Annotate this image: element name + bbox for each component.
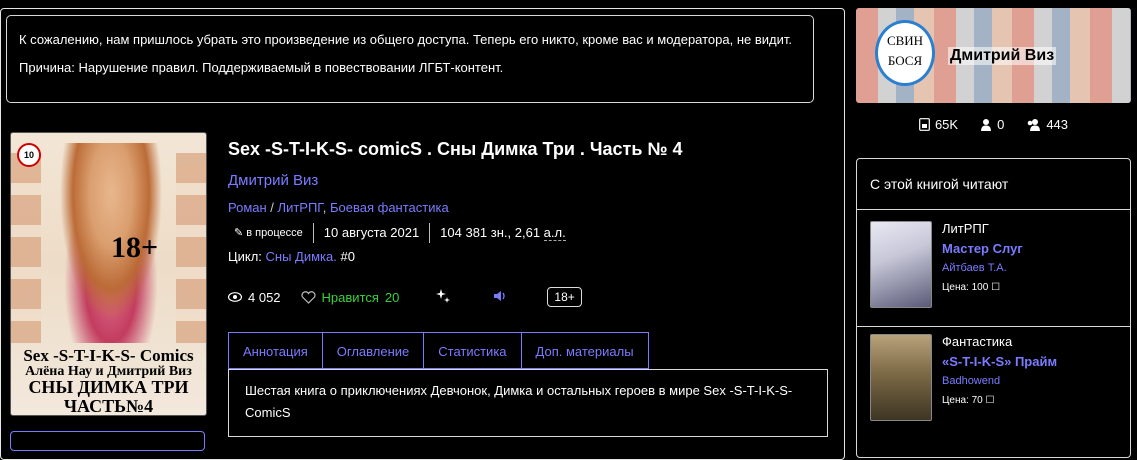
- size-text: 104 381 зн., 2,61: [440, 225, 544, 240]
- notice-text: К сожалению, нам пришлось убрать это про…: [19, 32, 793, 47]
- rec-price: Цена: 70 ☐: [942, 395, 994, 406]
- rec-price-text: Цена: 70: [942, 395, 983, 406]
- books-stat: 65K: [919, 117, 958, 132]
- cover-action-button[interactable]: [10, 431, 205, 451]
- followers-stat: 443: [1026, 117, 1068, 132]
- cover-left-strip: [11, 153, 41, 343]
- price-box-icon: ☐: [991, 282, 1001, 293]
- age-rating-badge: 18+: [547, 287, 582, 307]
- book-stats: 4 052 Нравится 20 18+: [228, 284, 582, 310]
- books-count: 65K: [934, 116, 959, 132]
- following-stat: 0: [980, 117, 1004, 132]
- cover-right-strip: [176, 153, 206, 343]
- rec-price: Цена: 100 ☐: [942, 282, 1000, 293]
- tab-annotation[interactable]: Аннотация: [228, 332, 323, 369]
- cycle-number: #0: [336, 249, 355, 264]
- pencil-icon: ✎: [234, 227, 244, 239]
- avatar-text-bottom: БОСЯ: [887, 53, 923, 68]
- also-reading-box: С этой книгой читают ЛитРПГ Мастер Слуг …: [856, 158, 1131, 458]
- cover-plus18: 18+: [111, 231, 159, 264]
- rec-genre: ЛитРПГ: [942, 221, 989, 236]
- book-size: 104 381 зн., 2,61 а.л.: [430, 223, 576, 243]
- rec-cover[interactable]: [870, 221, 932, 308]
- audio-button[interactable]: [493, 290, 507, 305]
- genre-comma: ,: [322, 200, 330, 215]
- tab-contents[interactable]: Оглавление: [322, 332, 425, 369]
- book-title: Sex -S-T-I-K-S- comicS . Сны Димка Три .…: [228, 139, 683, 159]
- following-count: 0: [997, 116, 1005, 132]
- cover-series: Sex -S-T-I-K-S- Comics: [23, 346, 194, 365]
- user-icon: [981, 118, 992, 131]
- views-count: 4 052: [248, 289, 281, 305]
- rec-price-text: Цена: 100: [942, 282, 989, 293]
- cover-title: СНЫ ДИМКА ТРИ ЧАСТЬ№4: [11, 378, 206, 416]
- genre-link-combat-scifi[interactable]: Боевая фантастика: [330, 200, 449, 215]
- recommendation-item[interactable]: ЛитРПГ Мастер Слуг Айтбаев Т.А. Цена: 10…: [870, 221, 1125, 316]
- genre-link-novel[interactable]: Роман: [228, 200, 267, 215]
- cover-age-badge: 10: [17, 143, 41, 167]
- cover-title-line1: СНЫ ДИМКА ТРИ: [28, 377, 189, 397]
- genre-separator: /: [266, 200, 278, 215]
- author-profile-banner[interactable]: СВИН БОСЯ Дмитрий Виз: [856, 8, 1131, 103]
- size-unit: а.л.: [543, 225, 566, 241]
- like-label: Нравится: [321, 289, 379, 305]
- cover-title-line2: ЧАСТЬ№4: [63, 396, 154, 416]
- rec-author[interactable]: Айтбаев Т.А.: [942, 262, 1007, 274]
- book-icon: [919, 117, 930, 131]
- like-count: 20: [384, 289, 400, 305]
- sparkle-icon: [436, 288, 451, 303]
- author-avatar[interactable]: СВИН БОСЯ: [875, 20, 935, 86]
- rec-genre: Фантастика: [942, 334, 1013, 349]
- notice-reason: Причина: Нарушение правил. Поддерживаемы…: [19, 60, 504, 75]
- price-box-icon: ☐: [985, 395, 995, 406]
- book-tabs: Аннотация Оглавление Статистика Доп. мат…: [228, 332, 649, 369]
- status-text: в процессе: [246, 227, 303, 239]
- status-badge: ✎ в процессе: [228, 223, 314, 243]
- rec-author[interactable]: Badhowend: [942, 375, 1000, 387]
- publish-date: 10 августа 2021: [314, 223, 431, 243]
- heart-icon: [301, 290, 316, 304]
- views-counter: 4 052: [228, 290, 281, 305]
- rec-title[interactable]: «S-T-I-K-S» Прайм: [942, 354, 1057, 369]
- reward-button[interactable]: [435, 288, 451, 307]
- book-meta: ✎ в процессе 10 августа 2021 104 381 зн.…: [228, 221, 576, 245]
- divider: [857, 326, 1130, 327]
- annotation-text: Шестая книга о приключениях Девчонок, Ди…: [228, 369, 828, 437]
- followers-count: 443: [1046, 116, 1069, 132]
- also-reading-header: С этой книгой читают: [857, 159, 1130, 210]
- recommendation-item[interactable]: Фантастика «S-T-I-K-S» Прайм Badhowend Ц…: [870, 334, 1125, 429]
- tab-extra-materials[interactable]: Доп. материалы: [521, 332, 649, 369]
- profile-stats: 65K 0 443: [856, 112, 1131, 136]
- speaker-icon: [494, 290, 506, 301]
- tab-statistics[interactable]: Статистика: [424, 332, 522, 369]
- avatar-text-top: СВИН: [886, 33, 924, 48]
- moderation-notice: К сожалению, нам пришлось убрать это про…: [6, 15, 814, 103]
- genres: Роман / ЛитРПГ, Боевая фантастика: [228, 200, 449, 215]
- author-link[interactable]: Дмитрий Виз: [228, 172, 318, 189]
- cycle-info: Цикл: Сны Димка. #0: [228, 249, 355, 264]
- rec-title[interactable]: Мастер Слуг: [942, 241, 1023, 256]
- profile-name[interactable]: Дмитрий Виз: [948, 47, 1057, 65]
- like-button[interactable]: Нравится 20: [301, 289, 400, 305]
- genre-link-litrpg[interactable]: ЛитРПГ: [278, 200, 323, 215]
- book-cover[interactable]: 10 18+ Sex -S-T-I-K-S- Comics Алёна Нау …: [10, 132, 207, 416]
- rec-cover[interactable]: [870, 334, 932, 421]
- cycle-label: Цикл:: [228, 249, 266, 264]
- users-icon: [1028, 118, 1041, 131]
- cycle-link[interactable]: Сны Димка.: [266, 249, 337, 264]
- eye-icon: [228, 292, 242, 302]
